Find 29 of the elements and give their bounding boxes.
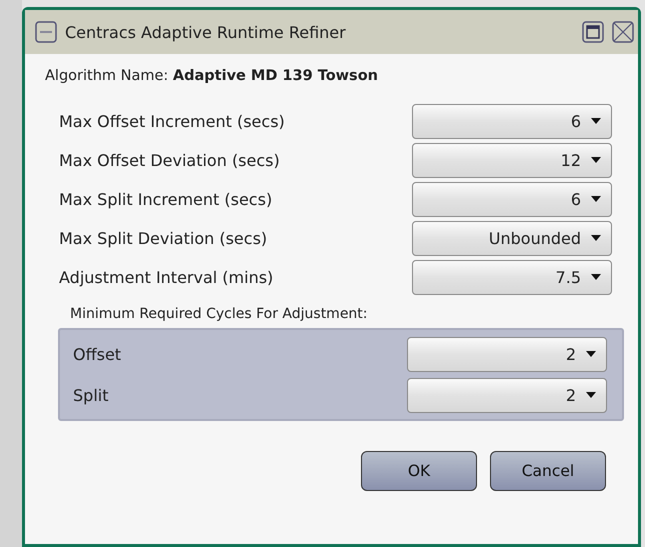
value-dropdown[interactable]: 12: [412, 142, 612, 178]
caret-icon: [591, 235, 601, 241]
value-dropdown[interactable]: 2: [407, 336, 607, 372]
value-dropdown[interactable]: 7.5: [412, 260, 612, 294]
maximize-icon[interactable]: [582, 21, 604, 43]
field-label: Max Offset Deviation (secs): [59, 150, 281, 170]
dialog-button[interactable]: OK: [361, 451, 477, 491]
section-title: Minimum Required Cycles For Adjustment:: [70, 306, 369, 322]
close-icon[interactable]: [612, 21, 634, 43]
field-label: Adjustment Interval (mins): [59, 268, 274, 286]
field-label: Split: [73, 386, 110, 404]
value-dropdown[interactable]: Unbounded: [412, 220, 612, 256]
value-dropdown[interactable]: 2: [407, 378, 607, 412]
caret-icon: [591, 118, 601, 124]
caret-icon: [586, 392, 596, 398]
value-dropdown[interactable]: 6: [412, 182, 612, 216]
algorithm-name: Algorithm Name: Adaptive MD 139 Towson: [45, 68, 379, 84]
window-title: Centracs Adaptive Runtime Refiner: [65, 22, 347, 42]
field-label: Max Split Deviation (secs): [59, 228, 268, 248]
caret-icon: [591, 157, 601, 163]
caret-icon: [591, 196, 601, 202]
dialog-button[interactable]: Cancel: [490, 451, 606, 491]
field-label: Max Offset Increment (secs): [59, 112, 286, 130]
caret-icon: [591, 274, 601, 280]
minimize-icon[interactable]: [35, 21, 57, 43]
value-dropdown[interactable]: 6: [412, 104, 612, 138]
caret-icon: [586, 351, 596, 357]
field-label: Offset: [73, 344, 122, 364]
field-label: Max Split Increment (secs): [59, 190, 274, 208]
